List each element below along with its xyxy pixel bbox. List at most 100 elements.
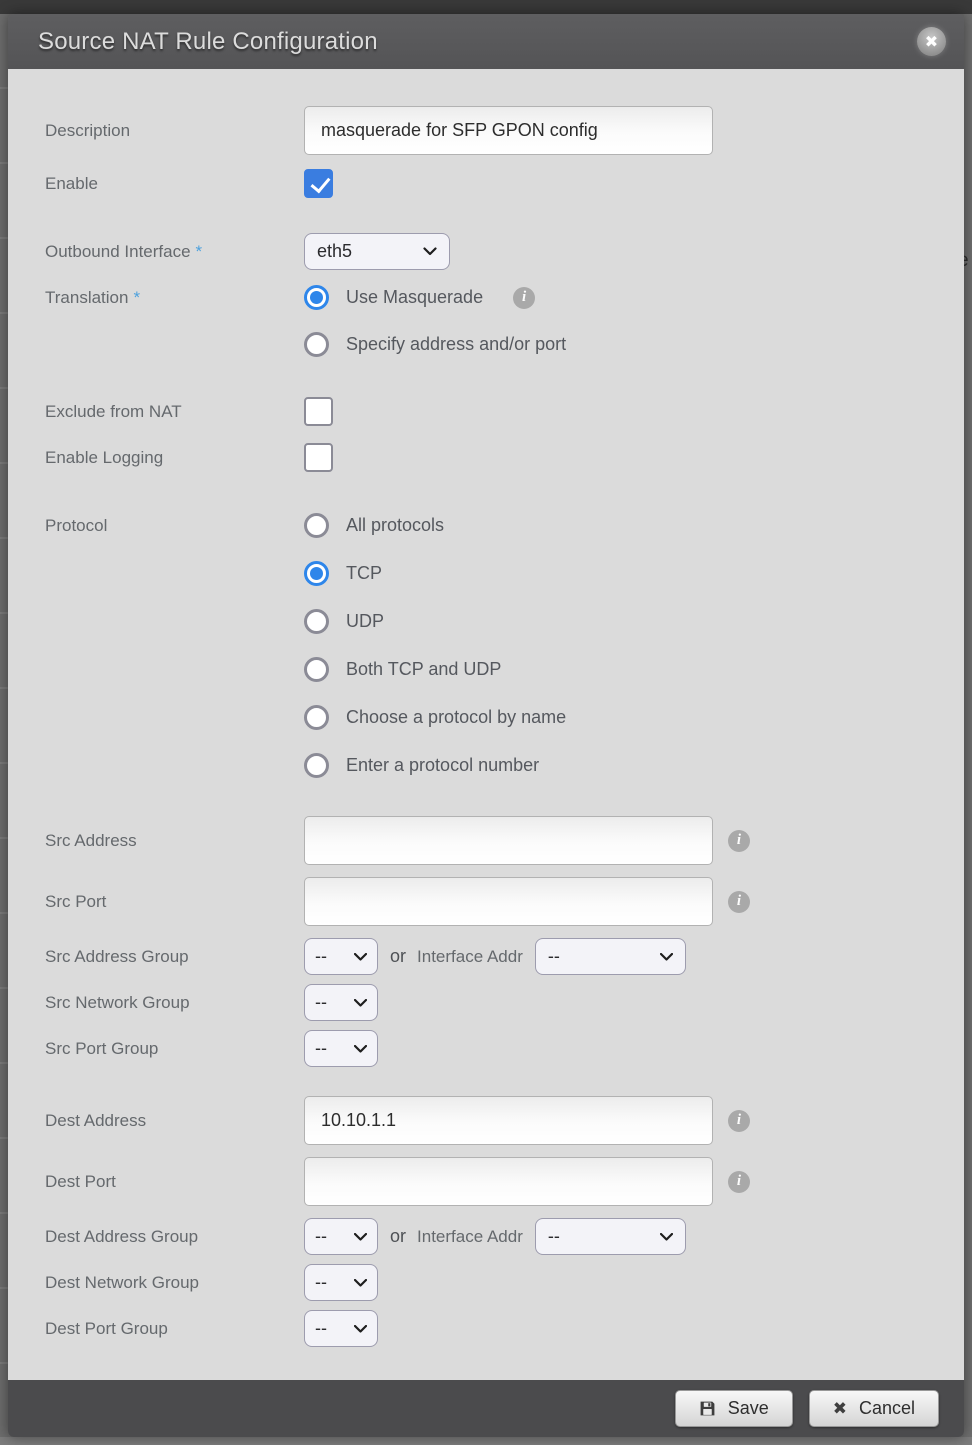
save-button-label: Save: [728, 1398, 769, 1419]
src-port-group-value: --: [315, 1038, 327, 1059]
dest-address-group-label: Dest Address Group: [45, 1227, 304, 1247]
src-port-label: Src Port: [45, 892, 304, 912]
protocol-number-radio[interactable]: [304, 753, 329, 778]
interface-addr-label: Interface Addr: [417, 1227, 523, 1247]
specify-address-label: Specify address and/or port: [346, 334, 566, 355]
protocol-option-udp: UDP: [304, 609, 566, 634]
interface-addr-label: Interface Addr: [417, 947, 523, 967]
dest-address-group-select[interactable]: --: [304, 1218, 378, 1255]
chevron-down-icon: [354, 1045, 367, 1053]
dest-port-input[interactable]: [304, 1157, 713, 1206]
translation-row: Translation* Use Masquerade i Specify ad…: [8, 285, 964, 357]
protocol-option-both: Both TCP and UDP: [304, 657, 566, 682]
src-port-input[interactable]: [304, 877, 713, 926]
src-address-row: Src Address i: [8, 816, 964, 865]
cancel-button-label: Cancel: [859, 1398, 915, 1419]
dest-network-group-label: Dest Network Group: [45, 1273, 304, 1293]
enable-logging-row: Enable Logging: [8, 443, 964, 472]
src-address-group-label: Src Address Group: [45, 947, 304, 967]
required-asterisk: *: [133, 288, 140, 307]
dest-port-group-row: Dest Port Group --: [8, 1310, 964, 1347]
dialog-body: Description Enable Outbound Interface* e…: [8, 69, 964, 1380]
info-icon[interactable]: i: [513, 287, 535, 309]
src-network-group-select[interactable]: --: [304, 984, 378, 1021]
dest-port-group-label: Dest Port Group: [45, 1319, 304, 1339]
dialog-footer: Save ✖ Cancel: [8, 1380, 964, 1437]
src-address-group-select[interactable]: --: [304, 938, 378, 975]
src-interface-addr-value: --: [548, 946, 560, 967]
info-icon[interactable]: i: [728, 1110, 750, 1132]
src-port-row: Src Port i: [8, 877, 964, 926]
tcp-radio[interactable]: [304, 561, 329, 586]
dest-address-group-row: Dest Address Group -- or Interface Addr …: [8, 1218, 964, 1255]
description-label: Description: [45, 121, 304, 141]
dest-interface-addr-select[interactable]: --: [535, 1218, 686, 1255]
all-protocols-label: All protocols: [346, 515, 444, 536]
cancel-button[interactable]: ✖ Cancel: [809, 1390, 939, 1427]
enable-checkbox[interactable]: [304, 169, 333, 198]
src-address-input[interactable]: [304, 816, 713, 865]
exclude-from-nat-label: Exclude from NAT: [45, 402, 304, 422]
chevron-down-icon: [354, 1279, 367, 1287]
save-disk-icon: [699, 1400, 716, 1417]
outbound-interface-value: eth5: [317, 241, 352, 262]
dimmed-page-bottom: [0, 1437, 972, 1445]
dest-network-group-value: --: [315, 1272, 327, 1293]
src-network-group-value: --: [315, 992, 327, 1013]
dimmed-page-top: [0, 0, 972, 14]
info-icon[interactable]: i: [728, 1171, 750, 1193]
dest-port-group-select[interactable]: --: [304, 1310, 378, 1347]
dest-network-group-row: Dest Network Group --: [8, 1264, 964, 1301]
dimmed-page-right: e: [964, 14, 972, 1437]
udp-radio[interactable]: [304, 609, 329, 634]
dest-network-group-select[interactable]: --: [304, 1264, 378, 1301]
protocol-option-tcp: TCP: [304, 561, 566, 586]
dest-address-input[interactable]: [304, 1096, 713, 1145]
or-label: or: [390, 1226, 406, 1247]
enable-label: Enable: [45, 174, 304, 194]
src-address-label: Src Address: [45, 831, 304, 851]
protocol-label: Protocol: [45, 513, 304, 538]
chevron-down-icon: [354, 999, 367, 1007]
dest-interface-addr-value: --: [548, 1226, 560, 1247]
dest-address-row: Dest Address i: [8, 1096, 964, 1145]
info-icon[interactable]: i: [728, 830, 750, 852]
cancel-x-icon: ✖: [833, 1399, 847, 1419]
enable-row: Enable: [8, 169, 964, 198]
dest-port-group-value: --: [315, 1318, 327, 1339]
translation-option-specify: Specify address and/or port: [304, 332, 566, 357]
protocol-option-all: All protocols: [304, 513, 566, 538]
source-nat-rule-dialog: Source NAT Rule Configuration ✖ Descript…: [8, 14, 964, 1437]
chevron-down-icon: [354, 953, 367, 961]
protocol-number-label: Enter a protocol number: [346, 755, 539, 776]
all-protocols-radio[interactable]: [304, 513, 329, 538]
src-port-group-label: Src Port Group: [45, 1039, 304, 1059]
outbound-interface-row: Outbound Interface* eth5: [8, 233, 964, 270]
chevron-down-icon: [423, 247, 437, 256]
dialog-header: Source NAT Rule Configuration ✖: [8, 14, 964, 69]
protocol-options: All protocols TCP UDP Both TCP and UDP C…: [304, 513, 566, 778]
specify-address-radio[interactable]: [304, 332, 329, 357]
enable-logging-checkbox[interactable]: [304, 443, 333, 472]
description-input[interactable]: [304, 106, 713, 155]
protocol-by-name-radio[interactable]: [304, 705, 329, 730]
exclude-from-nat-checkbox[interactable]: [304, 397, 333, 426]
protocol-option-by-number: Enter a protocol number: [304, 753, 566, 778]
or-label: or: [390, 946, 406, 967]
chevron-down-icon: [354, 1233, 367, 1241]
required-asterisk: *: [196, 242, 203, 261]
outbound-interface-select[interactable]: eth5: [304, 233, 450, 270]
use-masquerade-radio[interactable]: [304, 285, 329, 310]
save-button[interactable]: Save: [675, 1390, 793, 1427]
dest-address-label: Dest Address: [45, 1111, 304, 1131]
both-tcp-udp-radio[interactable]: [304, 657, 329, 682]
udp-label: UDP: [346, 611, 384, 632]
protocol-option-by-name: Choose a protocol by name: [304, 705, 566, 730]
enable-logging-label: Enable Logging: [45, 448, 304, 468]
info-icon[interactable]: i: [728, 891, 750, 913]
close-icon[interactable]: ✖: [917, 27, 946, 56]
src-port-group-select[interactable]: --: [304, 1030, 378, 1067]
src-interface-addr-select[interactable]: --: [535, 938, 686, 975]
src-network-group-row: Src Network Group --: [8, 984, 964, 1021]
chevron-down-icon: [354, 1325, 367, 1333]
